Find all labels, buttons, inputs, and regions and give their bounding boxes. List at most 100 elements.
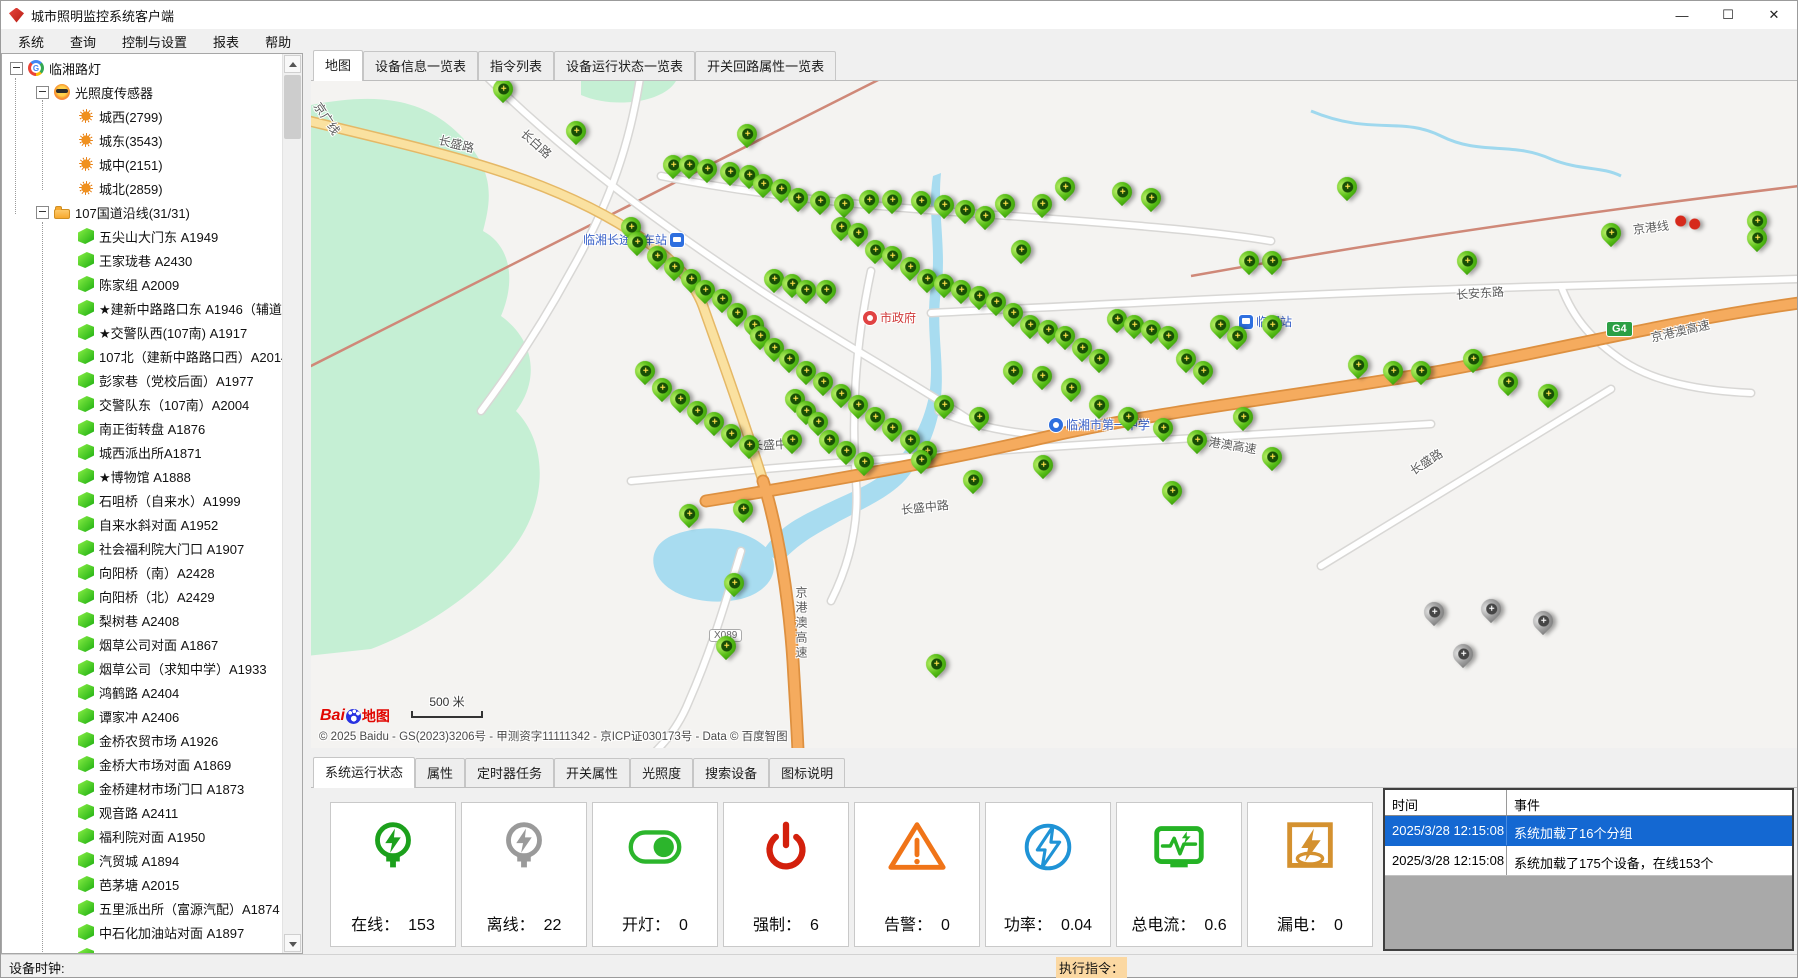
tree-item-4[interactable]: 城中(2151): [2, 152, 282, 176]
tree-item-5[interactable]: 城北(2859): [2, 176, 282, 200]
tree-item-32[interactable]: 福利院对面 A1950: [2, 824, 282, 848]
tree-item-21[interactable]: 向阳桥（南）A2428: [2, 560, 282, 584]
window-title: 城市照明监控系统客户端: [31, 6, 174, 25]
tree-item-2[interactable]: 城西(2799): [2, 104, 282, 128]
map-tab-4[interactable]: 开关回路属性一览表: [695, 51, 836, 80]
scrollbar-thumb[interactable]: [284, 75, 301, 139]
event-log-col-event[interactable]: 事件: [1507, 790, 1547, 815]
tree-item-36[interactable]: 中石化加油站对面 A1897: [2, 920, 282, 944]
tree-item-15[interactable]: 南正街转盘 A1876: [2, 416, 282, 440]
tree-item-label: 向阳桥（北）A2429: [99, 587, 215, 606]
scroll-up-button[interactable]: [284, 55, 301, 73]
event-log-row-1[interactable]: 2025/3/28 12:15:08系统加载了175个设备，在线153个: [1385, 846, 1792, 876]
sun-icon: [78, 180, 94, 196]
map-tab-1[interactable]: 设备信息一览表: [363, 51, 478, 80]
map-tab-3[interactable]: 设备运行状态一览表: [554, 51, 695, 80]
tree-item-0[interactable]: 临湘路灯: [2, 56, 282, 80]
tree-item-6[interactable]: 107国道沿线(31/31): [2, 200, 282, 224]
alarm-value: 0: [941, 917, 950, 934]
bottom-tab-0[interactable]: 系统运行状态: [313, 757, 415, 788]
event-log-col-time[interactable]: 时间: [1385, 790, 1507, 815]
tree-item-label: 中石化加油站对面 A1897: [99, 923, 244, 942]
map-road-label: 京港澳高速: [793, 586, 810, 661]
tree-item-7[interactable]: 五尖山大门东 A1949: [2, 224, 282, 248]
tree-item-23[interactable]: 梨树巷 A2408: [2, 608, 282, 632]
tree-item-18[interactable]: 石咀桥（自来水）A1999: [2, 488, 282, 512]
tree-item-31[interactable]: 观音路 A2411: [2, 800, 282, 824]
map-attribution: © 2025 Baidu - GS(2023)3206号 - 甲测资字11111…: [319, 728, 788, 744]
device-icon: [78, 252, 94, 268]
event-log-row-0[interactable]: 2025/3/28 12:15:08系统加载了16个分组: [1385, 816, 1792, 846]
event-text-cell: 系统加载了16个分组: [1507, 816, 1792, 845]
map-tab-0[interactable]: 地图: [313, 50, 363, 81]
tree-item-12[interactable]: 107北（建新中路路口西）A2014: [2, 344, 282, 368]
tree-item-33[interactable]: 汽贸城 A1894: [2, 848, 282, 872]
close-button[interactable]: ✕: [1751, 1, 1797, 29]
tree-item-22[interactable]: 向阳桥（北）A2429: [2, 584, 282, 608]
tree-item-label: ★博物馆 A1888: [99, 467, 191, 486]
menu-item-2[interactable]: 控制与设置: [109, 29, 200, 54]
bottom-tab-4[interactable]: 光照度: [630, 758, 693, 787]
map-road-label: 长安东路: [1455, 283, 1504, 303]
bottom-tab-6[interactable]: 图标说明: [769, 758, 845, 787]
tree-item-28[interactable]: 金桥农贸市场 A1926: [2, 728, 282, 752]
map-scale-bar: 500 米: [411, 693, 483, 718]
current-monitor-icon: [1148, 816, 1210, 878]
tree-item-20[interactable]: 社会福利院大门口 A1907: [2, 536, 282, 560]
bottom-tab-5[interactable]: 搜索设备: [693, 758, 769, 787]
tree-item-label: 烟草公司（求知中学）A1933: [99, 659, 267, 678]
menu-item-1[interactable]: 查询: [57, 29, 109, 54]
tree-item-24[interactable]: 烟草公司对面 A1867: [2, 632, 282, 656]
tree-item-27[interactable]: 谭家冲 A2406: [2, 704, 282, 728]
online-bulb-icon: [362, 816, 424, 878]
bottom-tab-1[interactable]: 属性: [415, 758, 465, 787]
tree-item-13[interactable]: 彭家巷（党校后面）A1977: [2, 368, 282, 392]
tree-expand-box[interactable]: [36, 86, 49, 99]
tree-item-3[interactable]: 城东(3543): [2, 128, 282, 152]
tree-item-10[interactable]: ★建新中路路口东 A1946（辅道灯）: [2, 296, 282, 320]
minimize-button[interactable]: —: [1659, 1, 1705, 29]
tree-item-30[interactable]: 金桥建材市场门口 A1873: [2, 776, 282, 800]
tree-item-9[interactable]: 陈家组 A2009: [2, 272, 282, 296]
tree-item-11[interactable]: ★交警队西(107南) A1917: [2, 320, 282, 344]
tree-item-29[interactable]: 金桥大市场对面 A1869: [2, 752, 282, 776]
map-tab-2[interactable]: 指令列表: [478, 51, 554, 80]
menu-item-3[interactable]: 报表: [200, 29, 252, 54]
tree-item-26[interactable]: 鸿鹤路 A2404: [2, 680, 282, 704]
device-tree-panel: 临湘路灯光照度传感器城西(2799)城东(3543)城中(2151)城北(285…: [1, 53, 303, 954]
bottom-tab-3[interactable]: 开关属性: [554, 758, 630, 787]
map-canvas[interactable]: 京广线长盛路长白路京港线长安东路京港澳高速长盛路长盛中路长盛中路港澳高速京港澳高…: [311, 81, 1797, 748]
map-background: [311, 81, 1797, 748]
bottom-tab-strip: 系统运行状态属性定时器任务开关属性光照度搜索设备图标说明: [311, 760, 1797, 788]
bottom-tab-2[interactable]: 定时器任务: [465, 758, 554, 787]
tree-item-16[interactable]: 城西派出所A1871: [2, 440, 282, 464]
tree-expand-box[interactable]: [36, 206, 49, 219]
tree-scrollbar[interactable]: [282, 54, 302, 953]
tree-item-37[interactable]: [2, 944, 282, 953]
forced-value: 6: [810, 917, 819, 934]
alarm-label: 告警：: [884, 917, 932, 934]
device-icon: [78, 276, 94, 292]
menu-item-0[interactable]: 系统: [5, 29, 57, 54]
tree-item-25[interactable]: 烟草公司（求知中学）A1933: [2, 656, 282, 680]
panel-splitter[interactable]: [303, 53, 311, 954]
tree-item-19[interactable]: 自来水斜对面 A1952: [2, 512, 282, 536]
scroll-down-button[interactable]: [284, 934, 301, 952]
tree-item-8[interactable]: 王家珑巷 A2430: [2, 248, 282, 272]
maximize-button[interactable]: ☐: [1705, 1, 1751, 29]
device-icon: [78, 612, 94, 628]
baidu-paw-icon: [346, 709, 361, 724]
tree-item-35[interactable]: 五里派出所（富源汽配）A1874: [2, 896, 282, 920]
system-status-panel: 在线：153 离线：22 开灯：0 强制：6: [311, 788, 1797, 958]
tree-item-14[interactable]: 交警队东（107南）A2004: [2, 392, 282, 416]
device-icon: [78, 948, 94, 953]
tree-item-1[interactable]: 光照度传感器: [2, 80, 282, 104]
forced-card: 强制：6: [723, 802, 849, 947]
tree-item-label: 光照度传感器: [75, 83, 153, 102]
tree-expand-box[interactable]: [10, 62, 23, 75]
tree-item-34[interactable]: 芭茅塘 A2015: [2, 872, 282, 896]
menu-item-4[interactable]: 帮助: [252, 29, 304, 54]
device-icon: [78, 588, 94, 604]
tree-item-17[interactable]: ★博物馆 A1888: [2, 464, 282, 488]
device-icon: [78, 708, 94, 724]
